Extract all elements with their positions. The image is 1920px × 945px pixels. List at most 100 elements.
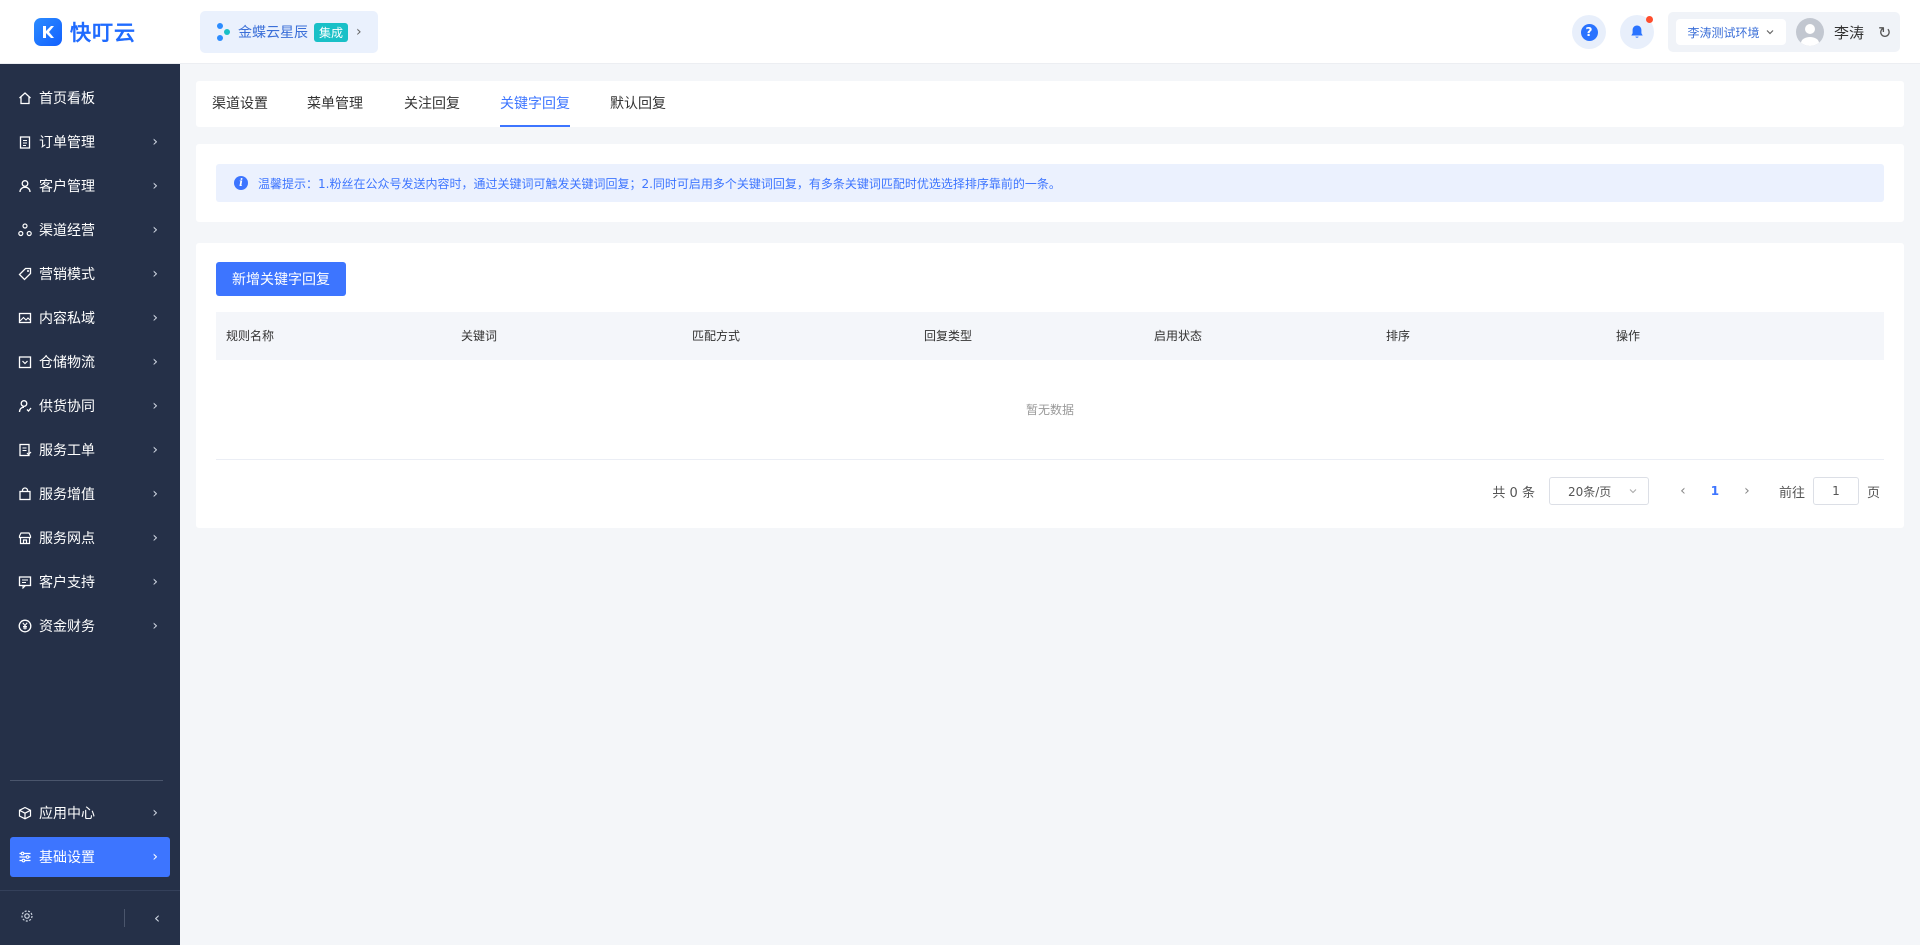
sidebar-item-orders[interactable]: 订单管理 › bbox=[10, 122, 170, 162]
chevron-right-icon: › bbox=[356, 24, 362, 40]
sidebar-item-finance[interactable]: 资金财务 › bbox=[10, 606, 170, 646]
refresh-icon[interactable]: ↻ bbox=[1878, 23, 1891, 42]
sidebar-item-marketing[interactable]: 营销模式 › bbox=[10, 254, 170, 294]
chevron-right-icon: › bbox=[152, 178, 158, 194]
sidebar-item-label: 营销模式 bbox=[39, 267, 95, 283]
sidebar-item-service-tickets[interactable]: 服务工单 › bbox=[10, 430, 170, 470]
sidebar-item-customer-support[interactable]: 客户支持 › bbox=[10, 562, 170, 602]
column-header: 操作 bbox=[1616, 329, 1641, 343]
tab-channel-settings[interactable]: 渠道设置 bbox=[212, 81, 268, 127]
sidebar-item-customers[interactable]: 客户管理 › bbox=[10, 166, 170, 206]
sidebar-item-label: 订单管理 bbox=[39, 135, 95, 151]
tip-card: i 温馨提示：1.粉丝在公众号发送内容时，通过关键词可触发关键词回复；2.同时可… bbox=[196, 144, 1904, 222]
column-header: 回复类型 bbox=[924, 329, 973, 343]
chevron-right-icon: › bbox=[152, 222, 158, 238]
sliders-icon bbox=[17, 849, 33, 865]
sidebar-item-label: 渠道经营 bbox=[39, 223, 95, 239]
info-icon: i bbox=[234, 176, 248, 190]
sidebar-item-channels[interactable]: 渠道经营 › bbox=[10, 210, 170, 250]
sidebar-item-service-outlets[interactable]: 服务网点 › bbox=[10, 518, 170, 558]
user-name: 李涛 bbox=[1834, 23, 1865, 42]
bag-icon bbox=[17, 486, 33, 502]
next-page-icon[interactable]: › bbox=[1735, 483, 1759, 499]
channel-icon bbox=[17, 222, 33, 238]
goto-suffix: 页 bbox=[1866, 485, 1880, 501]
chevron-down-icon bbox=[1766, 30, 1773, 35]
column-header: 关键词 bbox=[461, 329, 498, 343]
top-header: 快叮云 金蝶云星辰 集成 › ? 李涛测试环境 李涛 ↻ bbox=[0, 0, 1920, 64]
sidebar-item-label: 客户管理 bbox=[39, 179, 95, 195]
page-size-select[interactable]: 20条/页 bbox=[1548, 477, 1649, 505]
logo-text: 快叮云 bbox=[70, 20, 136, 45]
table-card: 新增关键字回复 规则名称 关键词 匹配方式 回复类型 启用状态 排序 操作 暂无… bbox=[196, 243, 1904, 528]
chevron-right-icon: › bbox=[152, 486, 158, 502]
footer-separator bbox=[124, 909, 125, 927]
bell-icon bbox=[1631, 25, 1643, 38]
chevron-right-icon: › bbox=[152, 134, 158, 150]
sidebar-item-app-center[interactable]: 应用中心 › bbox=[10, 793, 170, 833]
chevron-right-icon: › bbox=[152, 618, 158, 634]
prev-page-icon[interactable]: ‹ bbox=[1671, 483, 1695, 499]
avatar[interactable] bbox=[1796, 18, 1824, 46]
sidebar-item-warehouse[interactable]: 仓储物流 › bbox=[10, 342, 170, 382]
tab-keyword-reply[interactable]: 关键字回复 bbox=[500, 81, 570, 127]
sidebar-item-label: 服务工单 bbox=[39, 443, 95, 459]
add-keyword-reply-button[interactable]: 新增关键字回复 bbox=[216, 262, 346, 296]
chevron-right-icon: › bbox=[152, 849, 158, 865]
user-icon bbox=[17, 178, 33, 194]
sidebar-item-supply[interactable]: 供货协同 › bbox=[10, 386, 170, 426]
column-header: 排序 bbox=[1386, 329, 1411, 343]
table-header: 规则名称 关键词 匹配方式 回复类型 启用状态 排序 操作 bbox=[216, 312, 1884, 360]
tab-menu-management[interactable]: 菜单管理 bbox=[307, 81, 363, 127]
sidebar-item-content[interactable]: 内容私域 › bbox=[10, 298, 170, 338]
settings-gear-icon[interactable] bbox=[20, 909, 34, 927]
env-select[interactable]: 李涛测试环境 bbox=[1676, 19, 1786, 45]
sidebar-item-value-added[interactable]: 服务增值 › bbox=[10, 474, 170, 514]
sidebar-item-label: 服务网点 bbox=[39, 531, 95, 547]
chevron-right-icon: › bbox=[152, 805, 158, 821]
sidebar-item-label: 服务增值 bbox=[39, 487, 95, 503]
org-switcher[interactable]: 金蝶云星辰 集成 › bbox=[200, 11, 378, 53]
tab-default-reply[interactable]: 默认回复 bbox=[610, 81, 666, 127]
logo-icon bbox=[34, 17, 62, 46]
chevron-right-icon: › bbox=[152, 398, 158, 414]
ticket-icon bbox=[17, 442, 33, 458]
store-icon bbox=[17, 530, 33, 546]
chevron-right-icon: › bbox=[152, 266, 158, 282]
sidebar-item-label: 仓储物流 bbox=[39, 355, 95, 371]
org-name: 金蝶云星辰 bbox=[238, 25, 308, 41]
goto-page: 前往 页 bbox=[1779, 477, 1880, 505]
tip-text: 温馨提示：1.粉丝在公众号发送内容时，通过关键词可触发关键词回复；2.同时可启用… bbox=[258, 176, 1061, 191]
tab-follow-reply[interactable]: 关注回复 bbox=[404, 81, 460, 127]
sidebar: 首页看板 订单管理 › 客户管理 › 渠道经营 › 营销模式 › 内容私域 › … bbox=[0, 64, 180, 945]
chevron-right-icon: › bbox=[152, 530, 158, 546]
sidebar-item-label: 应用中心 bbox=[39, 806, 95, 822]
sidebar-item-basic-settings[interactable]: 基础设置 › bbox=[10, 837, 170, 877]
tab-bar: 渠道设置 菜单管理 关注回复 关键字回复 默认回复 bbox=[196, 81, 1904, 127]
sidebar-item-home[interactable]: 首页看板 bbox=[10, 78, 170, 118]
supply-user-icon bbox=[17, 398, 33, 414]
sidebar-item-label: 基础设置 bbox=[39, 850, 95, 866]
sidebar-item-label: 资金财务 bbox=[39, 619, 95, 635]
home-icon bbox=[17, 90, 33, 106]
help-button[interactable]: ? bbox=[1572, 15, 1606, 49]
chevron-down-icon bbox=[1629, 489, 1637, 494]
notification-button[interactable] bbox=[1620, 15, 1654, 49]
page-number[interactable]: 1 bbox=[1695, 484, 1735, 498]
tag-icon bbox=[17, 266, 33, 282]
column-header: 规则名称 bbox=[226, 329, 275, 343]
empty-text: 暂无数据 bbox=[1025, 403, 1074, 417]
notification-badge bbox=[1646, 16, 1653, 23]
chevron-right-icon: › bbox=[152, 442, 158, 458]
env-label: 李涛测试环境 bbox=[1687, 25, 1760, 40]
total-count: 共 0 条 bbox=[1492, 485, 1535, 501]
sidebar-item-label: 首页看板 bbox=[39, 91, 95, 107]
pagination: 共 0 条 20条/页 ‹ 1 › 前往 页 bbox=[1492, 477, 1880, 505]
warehouse-icon bbox=[17, 354, 33, 370]
app-logo[interactable]: 快叮云 bbox=[0, 0, 180, 64]
sidebar-item-label: 内容私域 bbox=[39, 311, 95, 327]
goto-page-input[interactable] bbox=[1812, 477, 1859, 505]
collapse-sidebar-icon[interactable]: ‹ bbox=[154, 909, 160, 927]
image-icon bbox=[17, 310, 33, 326]
yuan-icon bbox=[17, 618, 33, 634]
